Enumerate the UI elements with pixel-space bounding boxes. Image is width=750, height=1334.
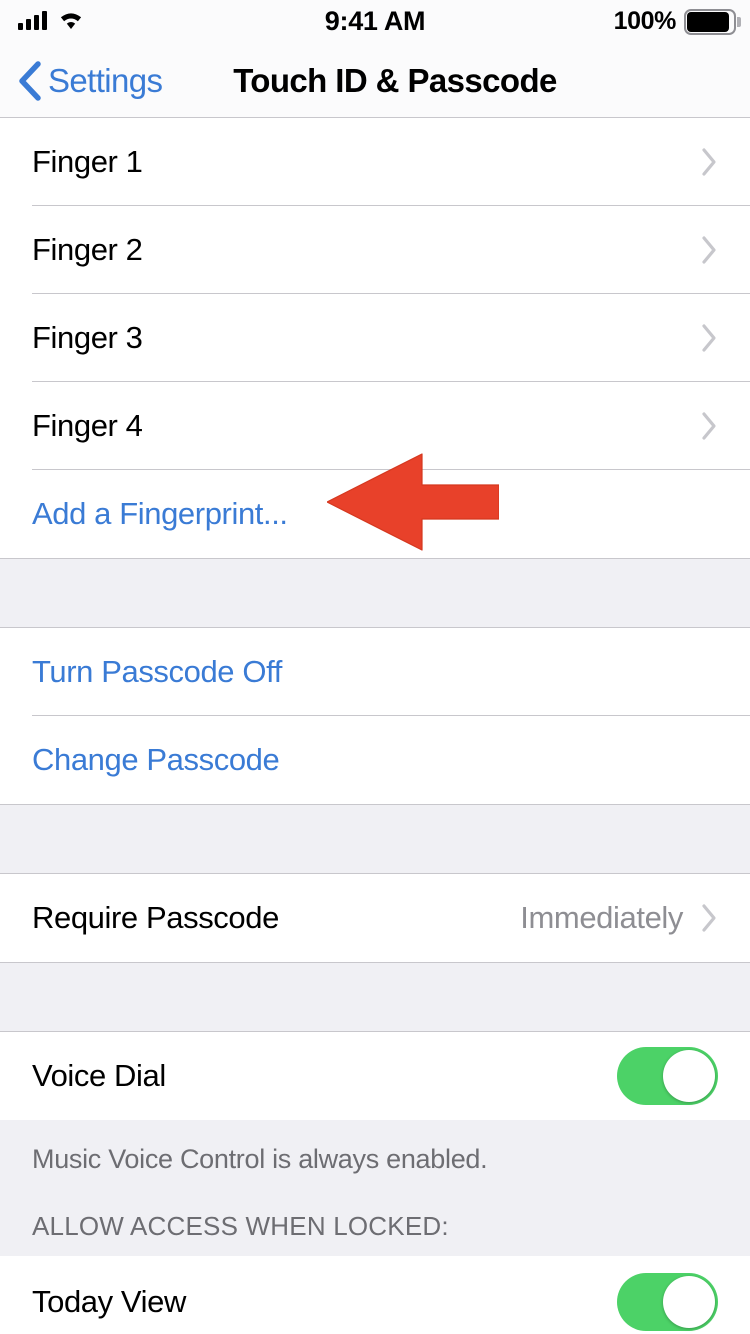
iphone-screen: 9:41 AM 100% Settings Touch ID & Passcod… bbox=[0, 0, 750, 1334]
page-title: Touch ID & Passcode bbox=[233, 62, 557, 99]
chevron-right-icon bbox=[701, 235, 718, 265]
toggle-knob bbox=[663, 1050, 715, 1102]
row-finger-1[interactable]: Finger 1 bbox=[0, 118, 750, 206]
section-gap-2 bbox=[0, 804, 750, 874]
section-require-passcode: Require Passcode Immediately bbox=[0, 874, 750, 962]
row-finger-3[interactable]: Finger 3 bbox=[0, 294, 750, 382]
toggle-knob bbox=[663, 1276, 715, 1328]
voice-dial-footer-text: Music Voice Control is always enabled. bbox=[32, 1144, 488, 1174]
allow-access-section-header: ALLOW ACCESS WHEN LOCKED: bbox=[32, 1211, 449, 1241]
row-accessory bbox=[701, 235, 718, 265]
section-gap-3 bbox=[0, 962, 750, 1032]
section-fingerprints: Finger 1 Finger 2 Finger 3 Finger 4 Add … bbox=[0, 118, 750, 558]
row-label: Turn Passcode Off bbox=[32, 654, 282, 689]
status-bar: 9:41 AM 100% bbox=[0, 0, 750, 44]
row-value: Immediately bbox=[520, 900, 683, 935]
row-label: Add a Fingerprint... bbox=[32, 496, 288, 531]
row-finger-4[interactable]: Finger 4 bbox=[0, 382, 750, 470]
row-label: Voice Dial bbox=[32, 1058, 166, 1093]
row-turn-passcode-off[interactable]: Turn Passcode Off bbox=[0, 628, 750, 716]
settings-list: Finger 1 Finger 2 Finger 3 Finger 4 Add … bbox=[0, 118, 750, 1334]
row-accessory bbox=[701, 323, 718, 353]
footer-and-header-block: Music Voice Control is always enabled. A… bbox=[0, 1120, 750, 1256]
section-passcode-actions: Turn Passcode Off Change Passcode bbox=[0, 628, 750, 804]
row-accessory bbox=[617, 1273, 718, 1331]
row-label: Today View bbox=[32, 1284, 186, 1319]
chevron-right-icon bbox=[701, 323, 718, 353]
row-label: Finger 2 bbox=[32, 232, 143, 267]
battery-full-icon bbox=[684, 8, 741, 35]
section-allow-access-when-locked: Today View bbox=[0, 1256, 750, 1334]
row-label: Finger 4 bbox=[32, 408, 143, 443]
status-bar-right: 100% bbox=[613, 7, 741, 36]
row-accessory bbox=[701, 411, 718, 441]
today-view-toggle[interactable] bbox=[617, 1273, 718, 1331]
row-require-passcode[interactable]: Require Passcode Immediately bbox=[0, 874, 750, 962]
row-change-passcode[interactable]: Change Passcode bbox=[0, 716, 750, 804]
row-accessory bbox=[617, 1047, 718, 1105]
navigation-bar: Settings Touch ID & Passcode bbox=[0, 44, 750, 118]
row-label: Change Passcode bbox=[32, 742, 280, 777]
chevron-right-icon bbox=[701, 147, 718, 177]
chevron-right-icon bbox=[701, 903, 718, 933]
row-finger-2[interactable]: Finger 2 bbox=[0, 206, 750, 294]
row-label: Finger 1 bbox=[32, 144, 143, 179]
voice-dial-toggle[interactable] bbox=[617, 1047, 718, 1105]
chevron-right-icon bbox=[701, 411, 718, 441]
battery-percent-label: 100% bbox=[613, 7, 677, 35]
section-voice-dial: Voice Dial bbox=[0, 1032, 750, 1120]
row-label: Require Passcode bbox=[32, 900, 279, 935]
row-voice-dial[interactable]: Voice Dial bbox=[0, 1032, 750, 1120]
row-add-a-fingerprint[interactable]: Add a Fingerprint... bbox=[0, 470, 750, 558]
row-accessory: Immediately bbox=[520, 900, 718, 936]
section-gap-1 bbox=[0, 558, 750, 628]
row-accessory bbox=[701, 147, 718, 177]
row-label: Finger 3 bbox=[32, 320, 143, 355]
row-today-view[interactable]: Today View bbox=[0, 1256, 750, 1334]
